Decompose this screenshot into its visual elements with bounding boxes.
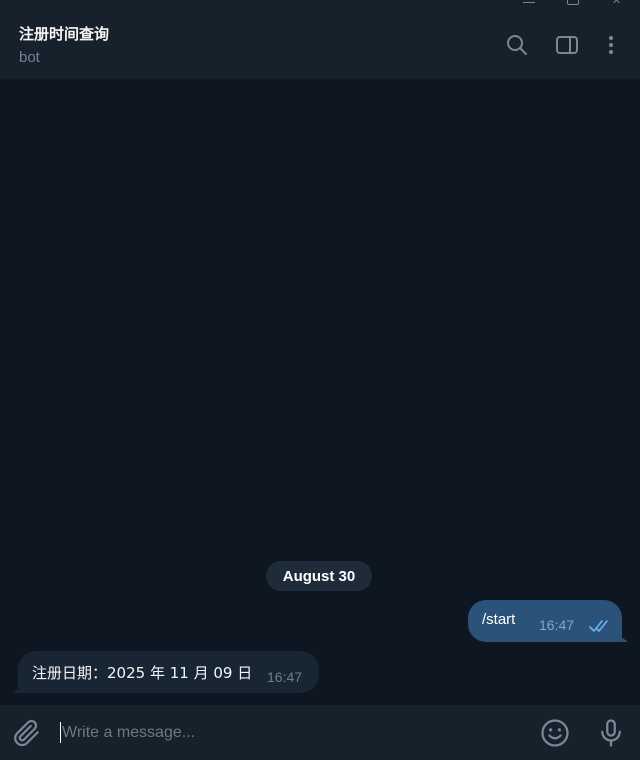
- microphone-icon[interactable]: [596, 718, 626, 748]
- emoji-icon[interactable]: [540, 718, 570, 748]
- more-vertical-icon: [609, 36, 613, 54]
- sidebar-toggle-icon: [556, 36, 578, 54]
- message-input[interactable]: [62, 719, 522, 747]
- text-caret: [60, 722, 61, 743]
- minimize-icon[interactable]: [514, 0, 544, 12]
- double-check-icon: [589, 620, 608, 632]
- window-titlebar: [0, 0, 640, 12]
- maximize-icon[interactable]: [558, 0, 588, 12]
- sidebar-toggle-button[interactable]: [554, 32, 580, 58]
- close-icon[interactable]: [602, 0, 632, 12]
- message-time: 16:47: [539, 617, 575, 633]
- outgoing-message[interactable]: /start 16:47: [468, 600, 622, 642]
- message-text: 注册日期：2025 年 11 月 09 日: [32, 664, 253, 682]
- more-button[interactable]: [598, 32, 624, 58]
- message-composer: [0, 705, 640, 760]
- chat-status: bot: [19, 49, 40, 66]
- search-icon: [507, 35, 527, 55]
- chat-header[interactable]: 注册时间查询 bot: [0, 12, 640, 80]
- message-list[interactable]: August 30 /start 16:47 注册日期：2025 年 11 月 …: [0, 80, 640, 705]
- incoming-message[interactable]: 注册日期：2025 年 11 月 09 日 16:47: [18, 651, 319, 693]
- paperclip-icon[interactable]: [12, 718, 42, 748]
- search-button[interactable]: [504, 32, 530, 58]
- message-time: 16:47: [267, 669, 303, 685]
- chat-title[interactable]: 注册时间查询: [19, 23, 109, 44]
- date-separator: August 30: [266, 561, 372, 591]
- message-text: /start: [482, 611, 516, 628]
